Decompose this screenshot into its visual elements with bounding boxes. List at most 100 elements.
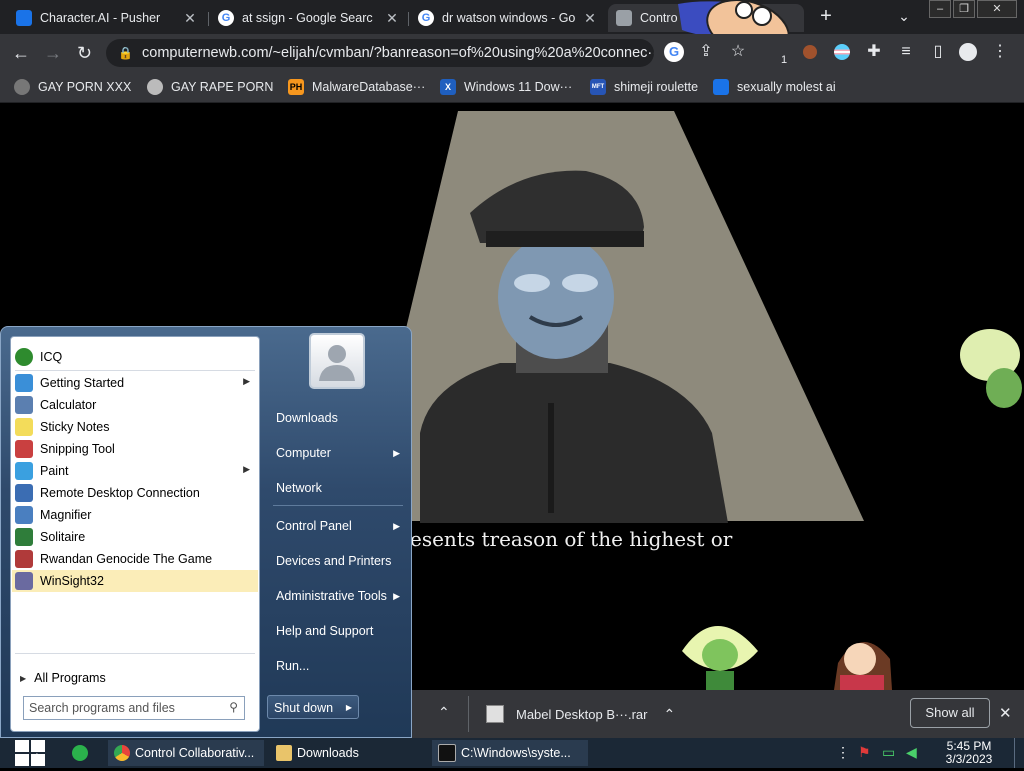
calculator-icon <box>15 396 33 414</box>
program-icq[interactable]: ICQ <box>12 346 258 368</box>
close-icon[interactable]: ✕ <box>999 704 1012 722</box>
tab-character-ai[interactable]: Character.AI - Pusher ✕ <box>8 4 206 32</box>
bookmark-item[interactable]: GAY RAPE PORN <box>147 77 273 97</box>
sticky-notes-icon <box>15 418 33 436</box>
all-programs-button[interactable]: ▶ All Programs <box>12 667 258 689</box>
show-all-button[interactable]: Show all <box>910 698 990 728</box>
media-control-icon[interactable]: ≡ <box>896 42 916 62</box>
show-desktop-button[interactable] <box>1014 738 1024 768</box>
bookmark-item[interactable]: X Windows 11 Dow··· <box>440 77 572 97</box>
minimize-button[interactable]: – <box>929 0 951 18</box>
right-link-admin-tools[interactable]: Administrative Tools ▶ <box>276 583 404 609</box>
forward-icon[interactable]: → <box>44 43 62 63</box>
glasses-lens <box>752 6 772 26</box>
tab-google-search-ssign[interactable]: G at ssign - Google Searc ✕ <box>210 4 408 32</box>
tab-title: Character.AI - Pusher <box>40 11 161 25</box>
remote-desktop-icon <box>15 484 33 502</box>
download-item[interactable]: Mabel Desktop B···.rar ⌃ <box>478 698 694 730</box>
download-shelf: ⌃ Mabel Desktop B···.rar ⌃ Show all ✕ <box>412 690 1024 738</box>
close-window-button[interactable]: ✕ <box>977 0 1017 18</box>
back-icon[interactable]: ← <box>12 43 30 63</box>
program-sticky-notes[interactable]: Sticky Notes <box>12 416 258 438</box>
program-paint[interactable]: Paint ▶ <box>12 460 258 482</box>
bookmark-item[interactable]: PH MalwareDatabase··· <box>288 77 425 97</box>
bookmark-star-icon[interactable]: ☆ <box>728 42 748 62</box>
right-link-computer[interactable]: Computer ▶ <box>276 440 404 466</box>
program-winsight32[interactable]: WinSight32 <box>12 570 258 592</box>
menu-kebab-icon[interactable]: ⋮ <box>836 744 850 761</box>
action-center-flag-icon[interactable]: ⚑ <box>858 744 871 761</box>
bookmarks-bar: GAY PORN XXX GAY RAPE PORN PH MalwareDat… <box>0 72 1024 103</box>
trans-flag-extension-icon[interactable] <box>832 42 852 62</box>
download-filename: Mabel Desktop B···.rar <box>516 706 648 722</box>
share-icon[interactable]: ⇪ <box>696 42 716 62</box>
bookmark-item[interactable]: MFT shimeji roulette <box>590 77 698 97</box>
rar-file-icon <box>486 705 504 723</box>
program-solitaire[interactable]: Solitaire <box>12 526 258 548</box>
program-label: Sticky Notes <box>40 420 110 434</box>
toolbar: ← → ↻ 🔒 computernewb.com/~elijah/cvmban/… <box>0 34 1024 72</box>
bookmark-item[interactable]: sexually molest ai <box>713 77 836 97</box>
officer-glasses-left <box>514 274 550 292</box>
volume-icon[interactable]: ◀ <box>906 744 917 761</box>
close-icon[interactable]: ✕ <box>182 10 198 27</box>
new-tab-icon[interactable]: + <box>816 6 836 26</box>
divider <box>15 653 255 654</box>
officer-buttons <box>548 403 554 513</box>
bookmark-item[interactable]: GAY PORN XXX <box>14 77 131 97</box>
search-input[interactable]: Search programs and files ⚲ <box>23 696 245 720</box>
extension-badge: 1 <box>781 54 788 66</box>
right-link-label: Administrative Tools <box>276 589 387 603</box>
taskbar-item-chat-app[interactable] <box>66 740 102 766</box>
right-link-help-support[interactable]: Help and Support <box>276 618 404 644</box>
chevron-up-icon[interactable]: ⌃ <box>663 706 675 723</box>
google-lens-icon[interactable]: G <box>664 42 684 62</box>
tab-divider <box>408 12 409 26</box>
mouse-cursor-icon: ▲ <box>30 748 44 764</box>
tab-dr-watson[interactable]: G dr watson windows - Go ✕ <box>410 4 606 32</box>
right-link-devices-printers[interactable]: Devices and Printers <box>276 548 404 574</box>
close-icon[interactable]: ✕ <box>384 10 400 27</box>
right-link-downloads[interactable]: Downloads <box>276 405 404 431</box>
search-icon[interactable]: ⚲ <box>229 700 238 714</box>
tab-search-icon[interactable]: ⌄ <box>894 6 914 26</box>
paint-icon <box>15 462 33 480</box>
program-label: Rwandan Genocide The Game <box>40 552 213 566</box>
right-link-run[interactable]: Run... <box>276 653 404 679</box>
extensions-puzzle-icon[interactable]: ✚ <box>864 42 884 62</box>
taskbar-item-downloads[interactable]: Downloads <box>270 740 424 766</box>
address-bar[interactable]: 🔒 computernewb.com/~elijah/cvmban/?banre… <box>106 39 654 67</box>
all-programs-label: All Programs <box>34 671 106 685</box>
close-icon[interactable]: ✕ <box>582 10 598 27</box>
clock[interactable]: 5:45 PM 3/3/2023 <box>934 740 1004 766</box>
program-snipping-tool[interactable]: Snipping Tool <box>12 438 258 460</box>
taskbar-item-chrome[interactable]: Control Collaborativ... <box>108 740 264 766</box>
program-rwandan-genocide-game[interactable]: Rwandan Genocide The Game <box>12 548 258 570</box>
program-getting-started[interactable]: Getting Started ▶ <box>12 372 258 394</box>
program-magnifier[interactable]: Magnifier <box>12 504 258 526</box>
search-placeholder: Search programs and files <box>29 701 175 715</box>
divider <box>15 370 255 371</box>
program-remote-desktop[interactable]: Remote Desktop Connection <box>12 482 258 504</box>
right-link-network[interactable]: Network <box>276 475 404 501</box>
user-avatar[interactable] <box>309 333 365 389</box>
magnifier-icon <box>15 506 33 524</box>
reload-icon[interactable]: ↻ <box>77 43 92 63</box>
program-calculator[interactable]: Calculator <box>12 394 258 416</box>
profile-extension-icon[interactable] <box>800 42 820 62</box>
taskbar-item-cmd[interactable]: C:\Windows\syste... <box>432 740 588 766</box>
chevron-right-icon[interactable]: ▶ <box>346 696 352 720</box>
menu-kebab-icon[interactable]: ⋮ <box>990 42 1010 62</box>
taskbar-item-label: Control Collaborativ... <box>135 746 255 760</box>
divider <box>273 505 403 506</box>
chevron-up-icon[interactable]: ⌃ <box>438 704 450 721</box>
profile-avatar-icon[interactable] <box>958 42 978 62</box>
lock-icon[interactable]: 🔒 <box>118 39 133 67</box>
shutdown-button[interactable]: Shut down ▶ <box>267 695 359 719</box>
tab-title: at ssign - Google Searc <box>242 11 373 25</box>
winsight-icon <box>15 572 33 590</box>
network-icon[interactable]: ▭ <box>882 744 895 761</box>
restore-button[interactable]: ❐ <box>953 0 975 18</box>
right-link-control-panel[interactable]: Control Panel ▶ <box>276 513 404 539</box>
side-panel-icon[interactable]: ▯ <box>928 42 948 62</box>
